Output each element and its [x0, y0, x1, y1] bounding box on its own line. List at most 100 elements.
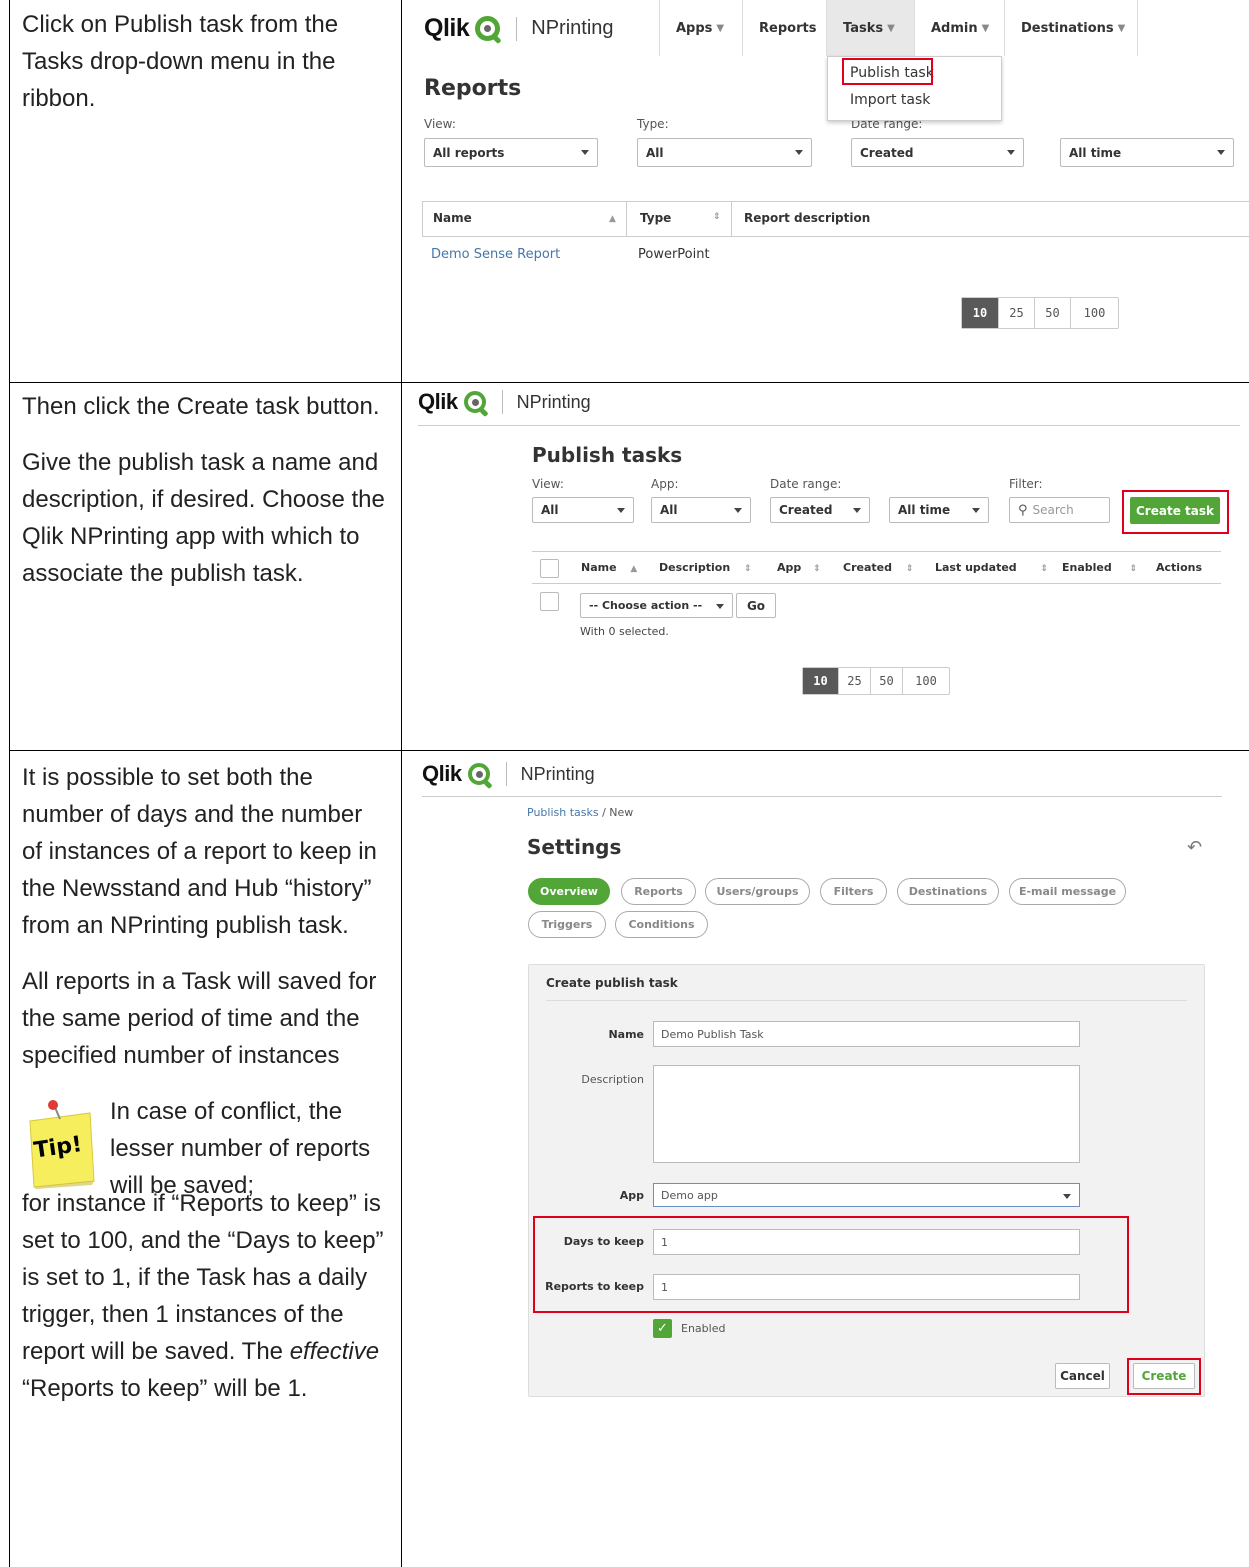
- page-size-option[interactable]: 25: [838, 668, 870, 694]
- app-select[interactable]: Demo app: [653, 1183, 1080, 1207]
- page-title: Publish tasks: [532, 443, 683, 467]
- view-select[interactable]: All reports: [424, 138, 598, 167]
- select-all-checkbox[interactable]: [540, 559, 559, 578]
- tip-block: Tip! In case of conflict, the lesser num…: [22, 1093, 387, 1205]
- tip-continuation: for instance if “Reports to keep” is set…: [22, 1190, 384, 1402]
- page-title: Settings: [527, 835, 622, 859]
- instruction-text: Then click the Create task button. Give …: [22, 388, 387, 611]
- breadcrumb-link[interactable]: Publish tasks: [527, 806, 599, 819]
- page-size-option[interactable]: 10: [803, 668, 838, 694]
- instruction-paragraph: Click on Publish task from the Tasks dro…: [22, 11, 339, 112]
- column-header-enabled[interactable]: Enabled ⇕: [1062, 561, 1137, 574]
- column-header-app[interactable]: App ⇕: [777, 561, 821, 574]
- column-header-name[interactable]: Name: [433, 211, 472, 225]
- report-name-link[interactable]: Demo Sense Report: [431, 247, 560, 262]
- page-title: Reports: [424, 76, 522, 101]
- tab-destinations[interactable]: Destinations: [897, 878, 999, 905]
- page-size-option[interactable]: 100: [902, 668, 949, 694]
- type-select[interactable]: All: [637, 138, 812, 167]
- highlight-box: [842, 58, 933, 85]
- tip-text: In case of conflict, the lesser number o…: [110, 1098, 371, 1199]
- date-range-select[interactable]: Created: [851, 138, 1024, 167]
- page-size-option[interactable]: 50: [1034, 298, 1070, 328]
- column-header-name[interactable]: Name ▲: [581, 561, 637, 574]
- app-label: App:: [651, 477, 679, 491]
- name-label: Name: [608, 1028, 644, 1041]
- column-header-last-updated[interactable]: Last updated ⇕: [935, 561, 1048, 574]
- breadcrumb: Publish tasks / New: [527, 806, 634, 819]
- tab-conditions[interactable]: Conditions: [615, 911, 708, 938]
- column-header-actions: Actions: [1156, 561, 1202, 574]
- caret-down-icon: ▼: [1117, 22, 1126, 34]
- sort-icon: ⇕: [713, 212, 721, 222]
- page-size-selector[interactable]: 10 25 50 100: [802, 667, 950, 695]
- qlik-q-icon: [463, 391, 486, 413]
- view-select[interactable]: All: [532, 497, 634, 523]
- nav-tasks[interactable]: Tasks ▼: [827, 0, 914, 56]
- chevron-down-icon: [1063, 1194, 1071, 1199]
- nav-apps[interactable]: Apps ▼: [660, 0, 740, 56]
- qlik-q-icon: [475, 16, 501, 41]
- go-button[interactable]: Go: [736, 593, 776, 618]
- app-select[interactable]: All: [651, 497, 751, 523]
- filter-label: Filter:: [1009, 477, 1043, 491]
- tab-filters[interactable]: Filters: [820, 878, 887, 905]
- create-publish-task-panel: Create publish task Name Demo Publish Ta…: [528, 964, 1205, 1397]
- instruction-text: Click on Publish task from the Tasks dro…: [22, 6, 387, 136]
- tip-emphasis: effective: [289, 1338, 380, 1365]
- table-border-left: [9, 0, 10, 1567]
- date-range-label: Date range:: [770, 477, 842, 491]
- view-label: View:: [424, 117, 456, 131]
- tab-triggers[interactable]: Triggers: [528, 911, 606, 938]
- column-header-description[interactable]: Report description: [744, 211, 870, 225]
- name-field[interactable]: Demo Publish Task: [653, 1021, 1080, 1047]
- instruction-paragraph: All reports in a Task will saved for the…: [22, 968, 377, 1069]
- column-header-created[interactable]: Created ⇕: [843, 561, 913, 574]
- view-label: View:: [532, 477, 564, 491]
- time-range-select[interactable]: All time: [889, 497, 989, 523]
- description-label: Description: [581, 1073, 644, 1086]
- tip-note-icon: Tip!: [29, 1100, 95, 1189]
- page-size-option[interactable]: 50: [870, 668, 902, 694]
- caret-down-icon: ▼: [716, 22, 725, 34]
- tab-overview[interactable]: Overview: [528, 878, 610, 905]
- caret-down-icon: ▼: [887, 22, 895, 34]
- date-range-select[interactable]: Created: [770, 497, 870, 523]
- page-size-option[interactable]: 100: [1070, 298, 1118, 328]
- product-name: NPrinting: [516, 391, 591, 412]
- enabled-checkbox[interactable]: ✓: [653, 1319, 672, 1338]
- choose-action-select[interactable]: -- Choose action --: [580, 593, 733, 618]
- page-size-option[interactable]: 10: [962, 298, 998, 328]
- type-label: Type:: [637, 117, 669, 131]
- caret-down-icon: ▼: [981, 22, 990, 34]
- nav-reports[interactable]: Reports: [743, 0, 832, 56]
- enabled-label: Enabled: [681, 1322, 726, 1335]
- time-range-select[interactable]: All time: [1060, 138, 1234, 167]
- description-field[interactable]: [653, 1065, 1080, 1163]
- menu-item-import-task[interactable]: Import task: [850, 92, 930, 108]
- product-name: NPrinting: [520, 763, 595, 784]
- page-size-selector[interactable]: 10 25 50 100: [961, 297, 1119, 329]
- column-header-type[interactable]: Type: [640, 211, 671, 225]
- nav-destinations[interactable]: Destinations ▼: [1005, 0, 1141, 56]
- row-checkbox[interactable]: [540, 592, 559, 611]
- qlik-logo: Qlik NPrinting: [422, 761, 595, 786]
- instruction-text: It is possible to set both the number of…: [22, 759, 387, 1426]
- search-input[interactable]: ⚲ Search: [1009, 497, 1110, 523]
- undo-icon[interactable]: ↶: [1187, 837, 1202, 858]
- column-header-description[interactable]: Description ⇕: [659, 561, 752, 574]
- sort-asc-icon: ▲: [609, 214, 616, 224]
- highlight-box: [1127, 1358, 1201, 1395]
- tab-email-message[interactable]: E-mail message: [1009, 878, 1126, 905]
- screenshot-publish-tasks: Qlik NPrinting Publish tasks View: All A…: [402, 383, 1249, 750]
- product-name: NPrinting: [531, 17, 614, 39]
- screenshot-settings: Qlik NPrinting Publish tasks / New Setti…: [402, 751, 1249, 1567]
- cancel-button[interactable]: Cancel: [1055, 1363, 1110, 1389]
- tab-users-groups[interactable]: Users/groups: [705, 878, 810, 905]
- page-size-option[interactable]: 25: [998, 298, 1034, 328]
- tab-reports[interactable]: Reports: [621, 878, 696, 905]
- qlik-logo: Qlik NPrinting: [424, 14, 614, 42]
- highlight-box: [533, 1216, 1129, 1313]
- highlight-box: [1122, 490, 1229, 534]
- nav-admin[interactable]: Admin ▼: [915, 0, 1005, 56]
